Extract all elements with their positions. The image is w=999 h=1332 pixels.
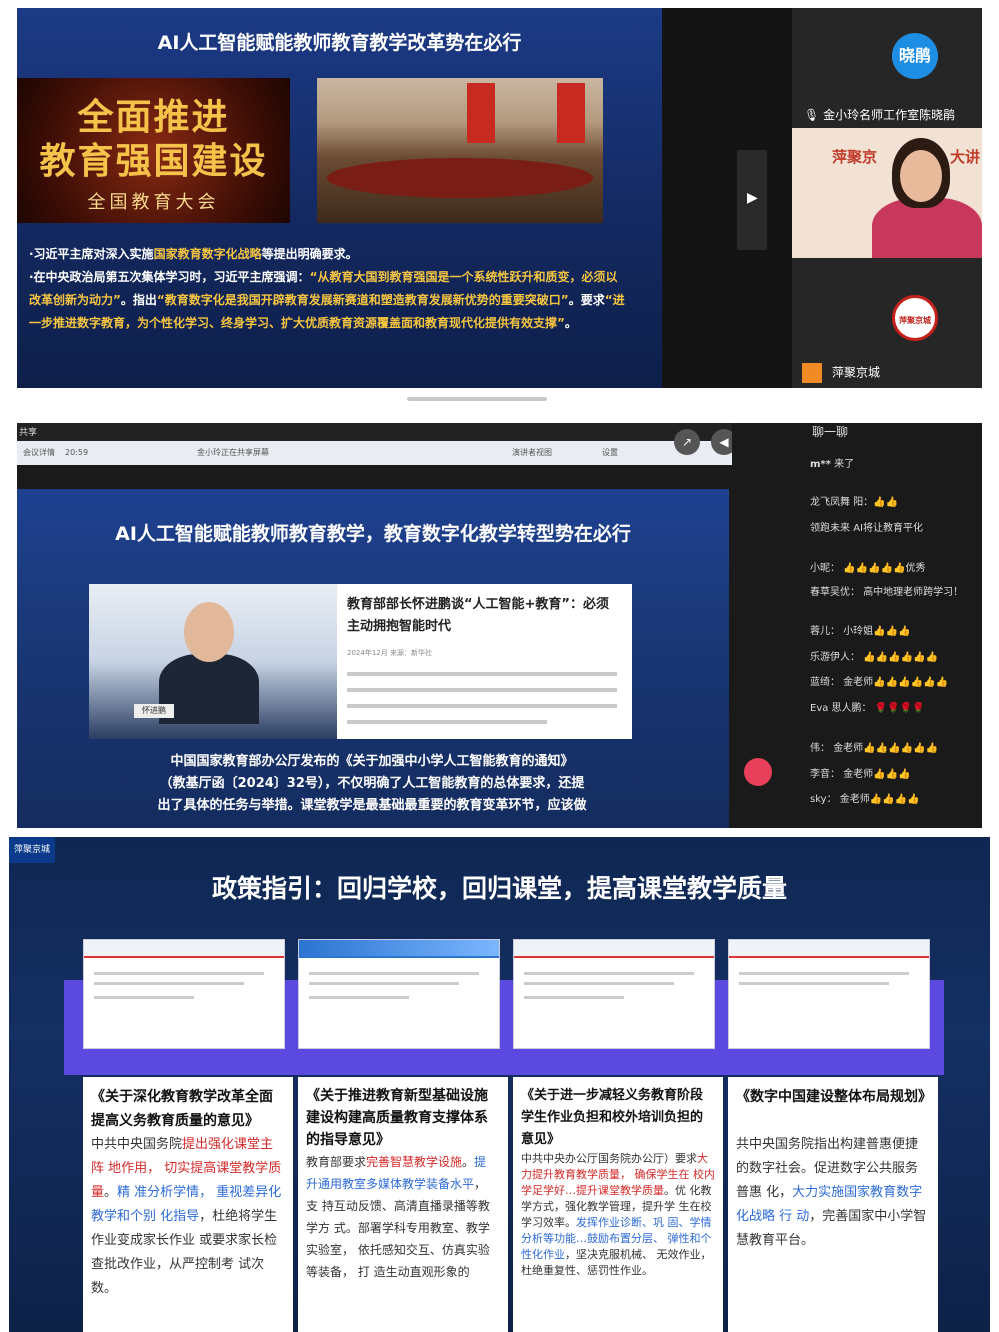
chat-message: 小昵： 👍👍👍👍👍优秀	[810, 563, 926, 574]
slide-title: 政策指引：回归学校，回归课堂，提高课堂教学质量	[211, 874, 787, 903]
view-select[interactable]: 演讲者视图	[512, 441, 552, 465]
news-meta: 2024年12月 来源：新华社	[347, 649, 432, 657]
participant-video[interactable]: 萍聚京 大讲	[792, 128, 982, 258]
text-line	[347, 720, 547, 724]
chat-message: 蓝绮： 金老师👍👍👍👍👍👍	[810, 677, 948, 688]
slide-title: AI人工智能赋能教师教育教学改革势在必行	[157, 32, 522, 54]
chat-header[interactable]: 聊一聊	[812, 423, 848, 440]
text-line	[347, 704, 617, 708]
policy-card: 《关于进一步减轻义务教育阶段学生作业负担和校外培训负担的意见》 中共中央办公厅国…	[513, 1077, 723, 1332]
news-card: 怀进鹏 教育部部长怀进鹏谈“人工智能+教育”：必须主动拥抱智能时代 2024年1…	[89, 584, 632, 739]
text-line	[347, 688, 617, 692]
org-logo: 萍聚京城	[9, 837, 55, 863]
document-thumbnail	[298, 939, 500, 1049]
person-face	[900, 150, 942, 202]
meeting-info-link[interactable]: 会议详情	[23, 441, 55, 465]
chat-message: 龙飞凤舞 阳：👍👍	[810, 497, 899, 508]
nameplate: 怀进鹏	[134, 704, 174, 718]
person-body	[159, 654, 259, 724]
settings-button[interactable]: 设置	[602, 441, 618, 465]
news-headline: 教育部部长怀进鹏谈“人工智能+教育”：必须主动拥抱智能时代	[347, 597, 609, 634]
shared-slide: AI人工智能赋能教师教育教学改革势在必行 全面推进 教育强国建设 全国教育大会 …	[17, 8, 662, 388]
chat-message: 伟： 金老师👍👍👍👍👍👍	[810, 743, 938, 754]
meeting-screenshot-2: 共享 会议详情 20:59 金小玲正在共享屏幕 演讲者视图 设置 ↗ ◀ ⋯ A…	[17, 423, 982, 828]
participant-panel: 晓鹃 🎙 金小玲名师工作室陈晓鹃 萍聚京 大讲 萍聚京城 萍聚京城	[792, 8, 982, 388]
like-icon[interactable]	[744, 758, 772, 786]
backdrop-text: 萍聚京	[832, 148, 878, 166]
policy-slide: 萍聚京城 政策指引：回归学校，回归课堂，提高课堂教学质量 《关于深化教育教学改革…	[9, 837, 990, 1332]
document-thumbnail	[513, 939, 715, 1049]
person-face	[184, 602, 234, 662]
share-icon[interactable]: ↗	[674, 429, 700, 455]
flag-icon	[557, 83, 585, 143]
policy-card: 《数字中国建设整体布局规划》 共中央国务院指出构建普惠便捷 的数字社会。促进数字…	[728, 1077, 938, 1332]
mic-icon: 🎙	[804, 108, 824, 122]
document-thumbnail	[83, 939, 285, 1049]
banner-line-2: 教育强国建设	[39, 141, 268, 182]
top-strip: 共享	[17, 423, 732, 441]
meeting-photo	[317, 78, 603, 223]
slide-title: AI人工智能赋能教师教育教学，教育数字化教学转型势在必行	[115, 523, 631, 545]
org-logo[interactable]: 萍聚京城	[892, 295, 938, 341]
home-indicator[interactable]	[407, 397, 547, 401]
time-label: 20:59	[65, 448, 89, 457]
conference-banner: 全面推进 教育强国建设 全国教育大会	[17, 78, 290, 223]
news-photo: 怀进鹏	[89, 584, 337, 739]
chat-message: 春草吴优： 高中地理老师跨学习！	[810, 587, 964, 598]
collapse-panel-button[interactable]: ▶	[737, 150, 767, 250]
flag-icon	[467, 83, 495, 143]
avatar[interactable]: 晓鹃	[892, 33, 938, 79]
chat-message: Eva 思人鹏： 🌹🌹🌹🌹	[810, 703, 925, 714]
policy-card: 《关于推进教育新型基础设施建设构建高质量教育支撑体系的指导意见》 教育部要求完善…	[298, 1077, 508, 1332]
user-icon	[802, 363, 822, 383]
participant-name: 萍聚京城	[802, 363, 880, 383]
share-status: 金小玲正在共享屏幕	[197, 448, 269, 457]
chat-message: m** 来了	[810, 459, 855, 470]
banner-line-3: 全国教育大会	[87, 192, 220, 213]
window-toolbar: 会议详情 20:59 金小玲正在共享屏幕 演讲者视图 设置	[17, 441, 732, 465]
shared-slide: AI人工智能赋能教师教育教学，教育数字化教学转型势在必行 怀进鹏 教育部部长怀进…	[17, 489, 729, 828]
meeting-table	[327, 158, 593, 198]
chat-message: sky： 金老师👍👍👍👍	[810, 794, 920, 805]
meeting-screenshot-1: AI人工智能赋能教师教育教学改革势在必行 全面推进 教育强国建设 全国教育大会 …	[17, 8, 982, 388]
play-arrow-icon: ▶	[747, 190, 758, 206]
chat-message: 领跑未来 AI将让教育平化	[810, 523, 923, 534]
slide-paragraph: 中国国家教育部办公厅发布的《关于加强中小学人工智能教育的通知》 （教基厅函〔20…	[157, 754, 587, 813]
chat-message: 蓉儿： 小玲姐👍👍👍	[810, 626, 911, 637]
slide-bullets: ·习近平主席对深入实施国家教育数字化战略等提出明确要求。 ·在中央政治局第五次集…	[29, 247, 625, 330]
chat-message: 李音： 金老师👍👍👍	[810, 769, 911, 780]
policy-card: 《关于深化教育教学改革全面提高义务教育质量的意见》 中共中央国务院提出强化课堂主…	[83, 1077, 293, 1332]
chat-message: 乐游伊人： 👍👍👍👍👍👍	[810, 652, 938, 663]
participant-name: 🎙 金小玲名师工作室陈晓鹃	[804, 108, 956, 122]
text-line	[347, 672, 617, 676]
backdrop-text: 大讲	[950, 148, 981, 166]
chat-panel: 聊一聊 m** 来了 龙飞凤舞 阳：👍👍 领跑未来 AI将让教育平化 小昵： 👍…	[732, 423, 982, 828]
document-thumbnail	[728, 939, 930, 1049]
video-gap	[662, 8, 792, 388]
